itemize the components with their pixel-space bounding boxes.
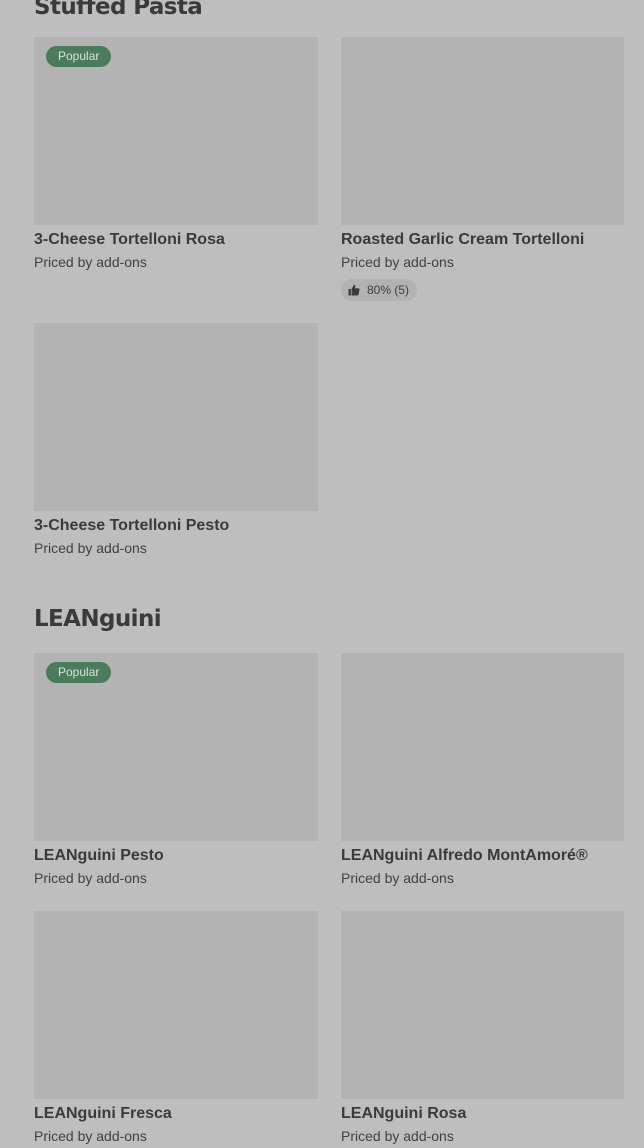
- menu-item-card[interactable]: LEANguini Fresca Priced by add-ons: [34, 911, 318, 1145]
- item-price: Priced by add-ons: [341, 254, 454, 270]
- menu-page: Stuffed Pasta Popular 3-Cheese Tortellon…: [0, 0, 644, 1148]
- item-image: [341, 911, 624, 1099]
- item-image: [341, 37, 624, 225]
- item-name: LEANguini Fresca: [34, 1105, 172, 1122]
- item-image: [341, 653, 624, 841]
- menu-item-card[interactable]: 3-Cheese Tortelloni Pesto Priced by add-…: [34, 323, 318, 557]
- thumbs-up-icon: [348, 284, 360, 296]
- popular-badge: Popular: [46, 662, 112, 683]
- item-name: Roasted Garlic Cream Tortelloni: [341, 231, 585, 248]
- item-image: [34, 911, 318, 1099]
- item-price: Priced by add-ons: [34, 870, 147, 886]
- item-name: LEANguini Alfredo MontAmoré®: [341, 847, 588, 864]
- item-price: Priced by add-ons: [341, 1128, 454, 1144]
- rating-text: 80% (5): [367, 283, 410, 297]
- menu-item-card[interactable]: Popular LEANguini Pesto Priced by add-on…: [34, 653, 318, 887]
- menu-item-card[interactable]: Popular 3-Cheese Tortelloni Rosa Priced …: [34, 37, 318, 271]
- item-name: 3-Cheese Tortelloni Pesto: [34, 517, 230, 534]
- item-price: Priced by add-ons: [341, 870, 454, 886]
- section-title-leanguini: LEANguini: [34, 606, 162, 632]
- menu-item-card[interactable]: LEANguini Alfredo MontAmoré® Priced by a…: [341, 653, 624, 887]
- item-image: Popular: [34, 37, 318, 225]
- popular-badge: Popular: [46, 46, 112, 67]
- item-price: Priced by add-ons: [34, 1128, 147, 1144]
- item-image: Popular: [34, 653, 318, 841]
- menu-item-card[interactable]: LEANguini Rosa Priced by add-ons: [341, 911, 624, 1145]
- menu-item-card[interactable]: Roasted Garlic Cream Tortelloni Priced b…: [341, 37, 624, 301]
- item-name: LEANguini Rosa: [341, 1105, 467, 1122]
- section-title-stuffed-pasta: Stuffed Pasta: [34, 0, 203, 20]
- item-price: Priced by add-ons: [34, 254, 147, 270]
- item-price: Priced by add-ons: [34, 540, 147, 556]
- item-image: [34, 323, 318, 511]
- item-name: LEANguini Pesto: [34, 847, 164, 864]
- rating-badge: 80% (5): [341, 279, 418, 301]
- item-name: 3-Cheese Tortelloni Rosa: [34, 231, 225, 248]
